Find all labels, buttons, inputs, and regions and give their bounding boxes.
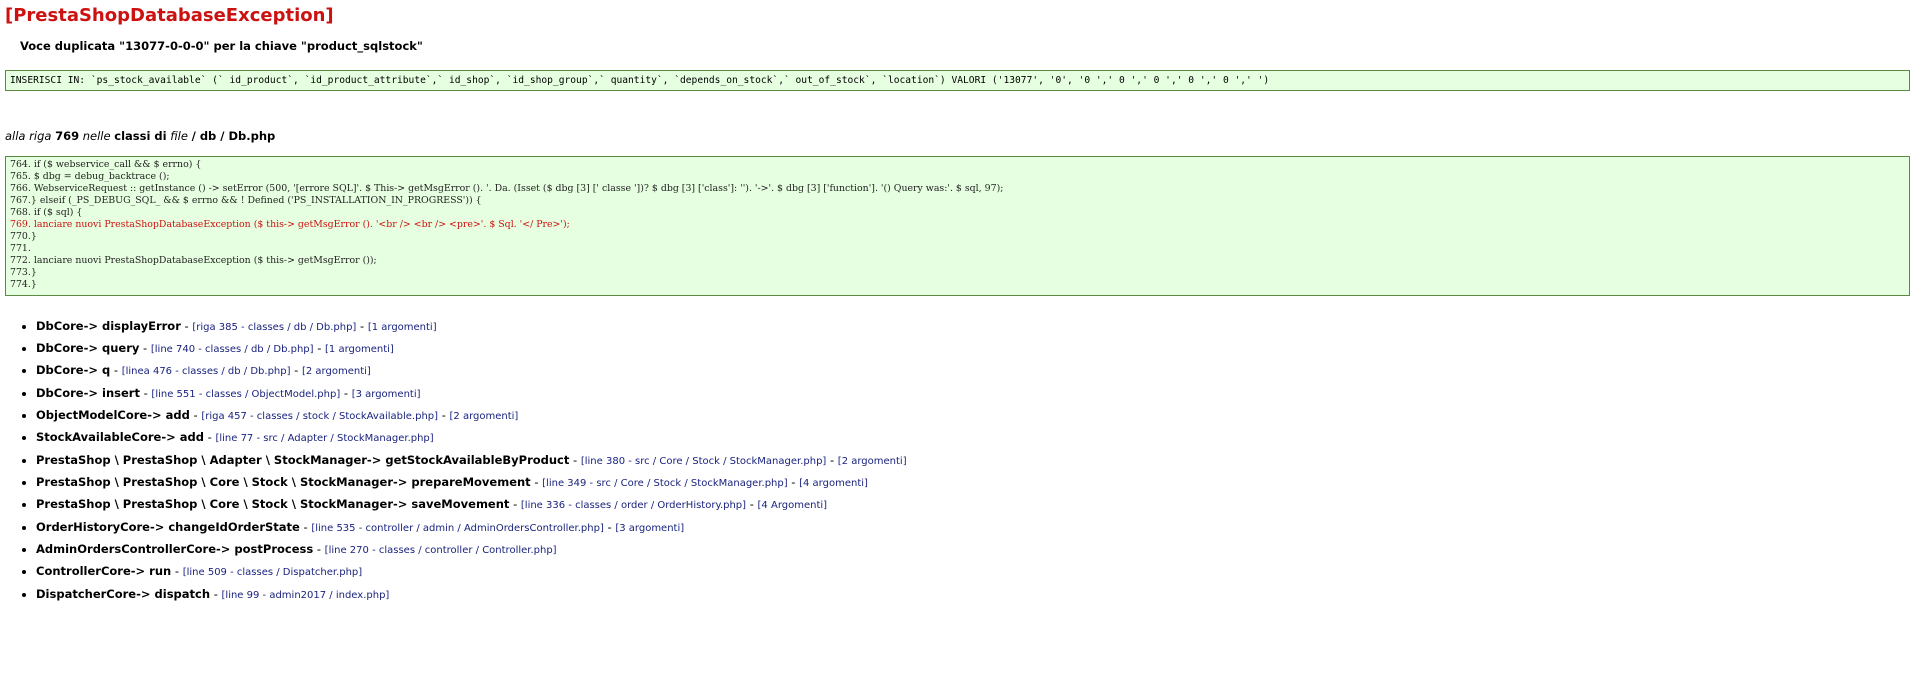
trace-item: DbCore-> displayError - [riga 385 - clas… <box>36 316 1915 338</box>
trace-item: StockAvailableCore-> add - [line 77 - sr… <box>36 427 1915 449</box>
trace-item: ObjectModelCore-> add - [riga 457 - clas… <box>36 405 1915 427</box>
trace-args-link[interactable]: [2 argomenti] <box>450 411 519 422</box>
trace-file-link[interactable]: [line 99 - admin2017 / index.php] <box>222 590 390 601</box>
trace-function: DbCore-> displayError <box>36 318 181 333</box>
trace-args-link[interactable]: [3 argomenti] <box>352 389 421 400</box>
trace-file-link[interactable]: [line 77 - src / Adapter / StockManager.… <box>215 433 433 444</box>
exception-page: [PrestaShopDatabaseException] Voce dupli… <box>0 0 1920 606</box>
trace-function: StockAvailableCore-> add <box>36 430 204 445</box>
trace-item: DbCore-> q - [linea 476 - classes / db /… <box>36 360 1915 382</box>
code-line: 767.} elseif (_PS_DEBUG_SQL_ && $ errno … <box>10 194 482 206</box>
location-path: / db / Db.php <box>191 129 276 143</box>
trace-item: PrestaShop \ PrestaShop \ Adapter \ Stoc… <box>36 450 1915 472</box>
trace-function: DbCore-> insert <box>36 385 140 400</box>
trace-item: PrestaShop \ PrestaShop \ Core \ Stock \… <box>36 472 1915 494</box>
code-line: 766. WebserviceRequest :: getInstance ()… <box>10 182 1004 194</box>
location-line-number: 769 <box>55 129 80 143</box>
trace-file-link[interactable]: [line 509 - classes / Dispatcher.php] <box>183 567 362 578</box>
location-file-word: file <box>170 129 188 143</box>
location-middle: nelle <box>82 129 111 143</box>
trace-item: DbCore-> insert - [line 551 - classes / … <box>36 383 1915 405</box>
code-line: 773.} <box>10 267 37 279</box>
code-line: 768. if ($ sql) { <box>10 206 83 218</box>
code-line: 764. if ($ webservice_call && $ errno) { <box>10 158 202 170</box>
sql-query-box: INSERISCI IN: `ps_stock_available` (` id… <box>5 70 1910 91</box>
code-line: 765. $ dbg = debug_backtrace (); <box>10 170 170 182</box>
trace-file-link[interactable]: [line 740 - classes / db / Db.php] <box>151 344 314 355</box>
trace-file-link[interactable]: [line 336 - classes / order / OrderHisto… <box>521 500 746 511</box>
trace-function: PrestaShop \ PrestaShop \ Core \ Stock \… <box>36 497 510 512</box>
trace-item: OrderHistoryCore-> changeIdOrderState - … <box>36 517 1915 539</box>
source-code-box: 764. if ($ webservice_call && $ errno) {… <box>5 155 1910 296</box>
trace-function: AdminOrdersControllerCore-> postProcess <box>36 541 314 556</box>
trace-function: DispatcherCore-> dispatch <box>36 586 211 601</box>
trace-args-link[interactable]: [2 argomenti] <box>302 366 371 377</box>
trace-args-link[interactable]: [4 argomenti] <box>799 478 868 489</box>
trace-file-link[interactable]: [linea 476 - classes / db / Db.php] <box>122 366 291 377</box>
trace-item: AdminOrdersControllerCore-> postProcess … <box>36 539 1915 561</box>
code-line: 771. <box>10 243 31 255</box>
trace-args-link[interactable]: [3 argomenti] <box>615 523 684 534</box>
trace-item: DbCore-> query - [line 740 - classes / d… <box>36 338 1915 360</box>
trace-item: PrestaShop \ PrestaShop \ Core \ Stock \… <box>36 494 1915 516</box>
stack-trace-list: DbCore-> displayError - [riga 385 - clas… <box>5 316 1915 606</box>
trace-args-link[interactable]: [2 argomenti] <box>838 456 907 467</box>
trace-file-link[interactable]: [line 380 - src / Core / Stock / StockMa… <box>581 456 826 467</box>
trace-function: PrestaShop \ PrestaShop \ Core \ Stock \… <box>36 474 531 489</box>
trace-function: ObjectModelCore-> add <box>36 407 190 422</box>
code-line: 770.} <box>10 231 37 243</box>
trace-file-link[interactable]: [line 535 - controller / admin / AdminOr… <box>311 523 604 534</box>
code-line: 772. lanciare nuovi PrestaShopDatabaseEx… <box>10 255 377 267</box>
trace-args-link[interactable]: [1 argomenti] <box>368 322 437 333</box>
trace-item: ControllerCore-> run - [line 509 - class… <box>36 561 1915 583</box>
code-line-highlighted: 769. lanciare nuovi PrestaShopDatabaseEx… <box>10 218 570 230</box>
trace-function: PrestaShop \ PrestaShop \ Adapter \ Stoc… <box>36 452 570 467</box>
trace-file-link[interactable]: [riga 385 - classes / db / Db.php] <box>192 322 356 333</box>
trace-function: DbCore-> q <box>36 363 111 378</box>
trace-function: ControllerCore-> run <box>36 564 172 579</box>
location-prefix: alla riga <box>5 129 52 143</box>
trace-file-link[interactable]: [riga 457 - classes / stock / StockAvail… <box>201 411 438 422</box>
exception-message: Voce duplicata "13077-0-0-0" per la chia… <box>20 39 423 53</box>
trace-args-link[interactable]: [1 argomenti] <box>325 344 394 355</box>
error-location: alla riga 769 nelle classi di file / db … <box>5 129 1915 144</box>
trace-args-link[interactable]: [4 Argomenti] <box>758 500 828 511</box>
location-classi-di: classi di <box>114 129 167 143</box>
code-line: 774.} <box>10 279 37 291</box>
trace-file-link[interactable]: [line 349 - src / Core / Stock / StockMa… <box>542 478 787 489</box>
trace-file-link[interactable]: [line 551 - classes / ObjectModel.php] <box>151 389 340 400</box>
trace-file-link[interactable]: [line 270 - classes / controller / Contr… <box>325 545 557 556</box>
trace-function: DbCore-> query <box>36 340 140 355</box>
trace-item: DispatcherCore-> dispatch - [line 99 - a… <box>36 584 1915 606</box>
trace-function: OrderHistoryCore-> changeIdOrderState <box>36 519 300 534</box>
exception-title: [PrestaShopDatabaseException] <box>5 5 334 26</box>
